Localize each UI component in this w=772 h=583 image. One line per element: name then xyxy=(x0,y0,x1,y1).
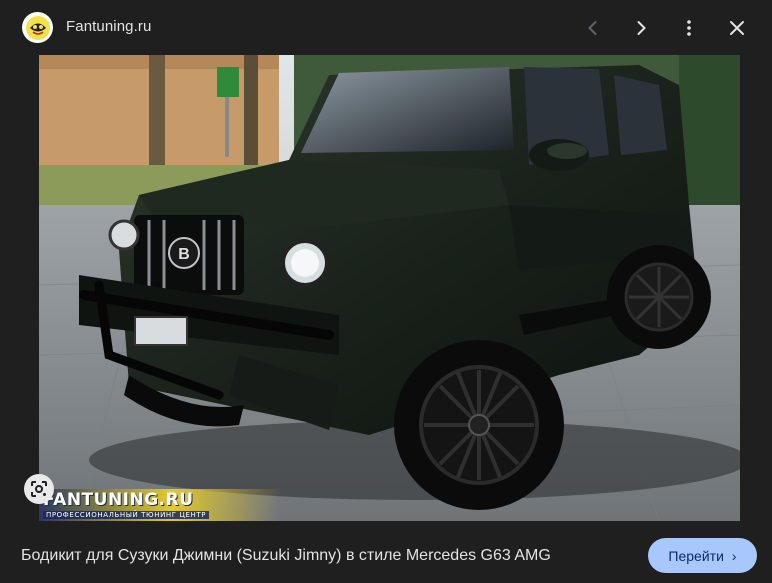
google-lens-icon xyxy=(31,481,47,497)
visit-button[interactable]: Перейти › xyxy=(648,538,757,573)
chevron-right-icon: › xyxy=(731,547,737,564)
site-favicon[interactable] xyxy=(22,12,53,43)
next-button[interactable] xyxy=(625,12,657,44)
svg-text:B: B xyxy=(178,246,190,263)
more-options-button[interactable] xyxy=(673,12,705,44)
close-button[interactable] xyxy=(721,12,753,44)
image-title[interactable]: Бодикит для Сузуки Джимни (Suzuki Jimny)… xyxy=(21,547,551,565)
visit-button-label: Перейти xyxy=(668,547,724,564)
chevron-right-icon xyxy=(637,21,646,35)
more-vert-icon xyxy=(687,20,691,36)
watermark-subtitle: ПРОФЕССИОНАЛЬНЫЙ ТЮНИНГ ЦЕНТР xyxy=(43,511,210,519)
close-icon xyxy=(730,21,744,35)
previous-button[interactable] xyxy=(577,12,609,44)
watermark-title: FANTUNING.RU xyxy=(43,490,194,510)
watermark: FANTUNING.RU ПРОФЕССИОНАЛЬНЫЙ ТЮНИНГ ЦЕН… xyxy=(39,489,280,521)
preview-image[interactable]: B xyxy=(39,55,740,521)
site-name[interactable]: Fantuning.ru xyxy=(66,18,151,35)
chevron-left-icon xyxy=(588,21,597,35)
lens-search-button[interactable] xyxy=(24,474,54,504)
suzuki-jimny-photo: B xyxy=(39,55,740,521)
fantuning-logo-icon xyxy=(25,15,50,40)
